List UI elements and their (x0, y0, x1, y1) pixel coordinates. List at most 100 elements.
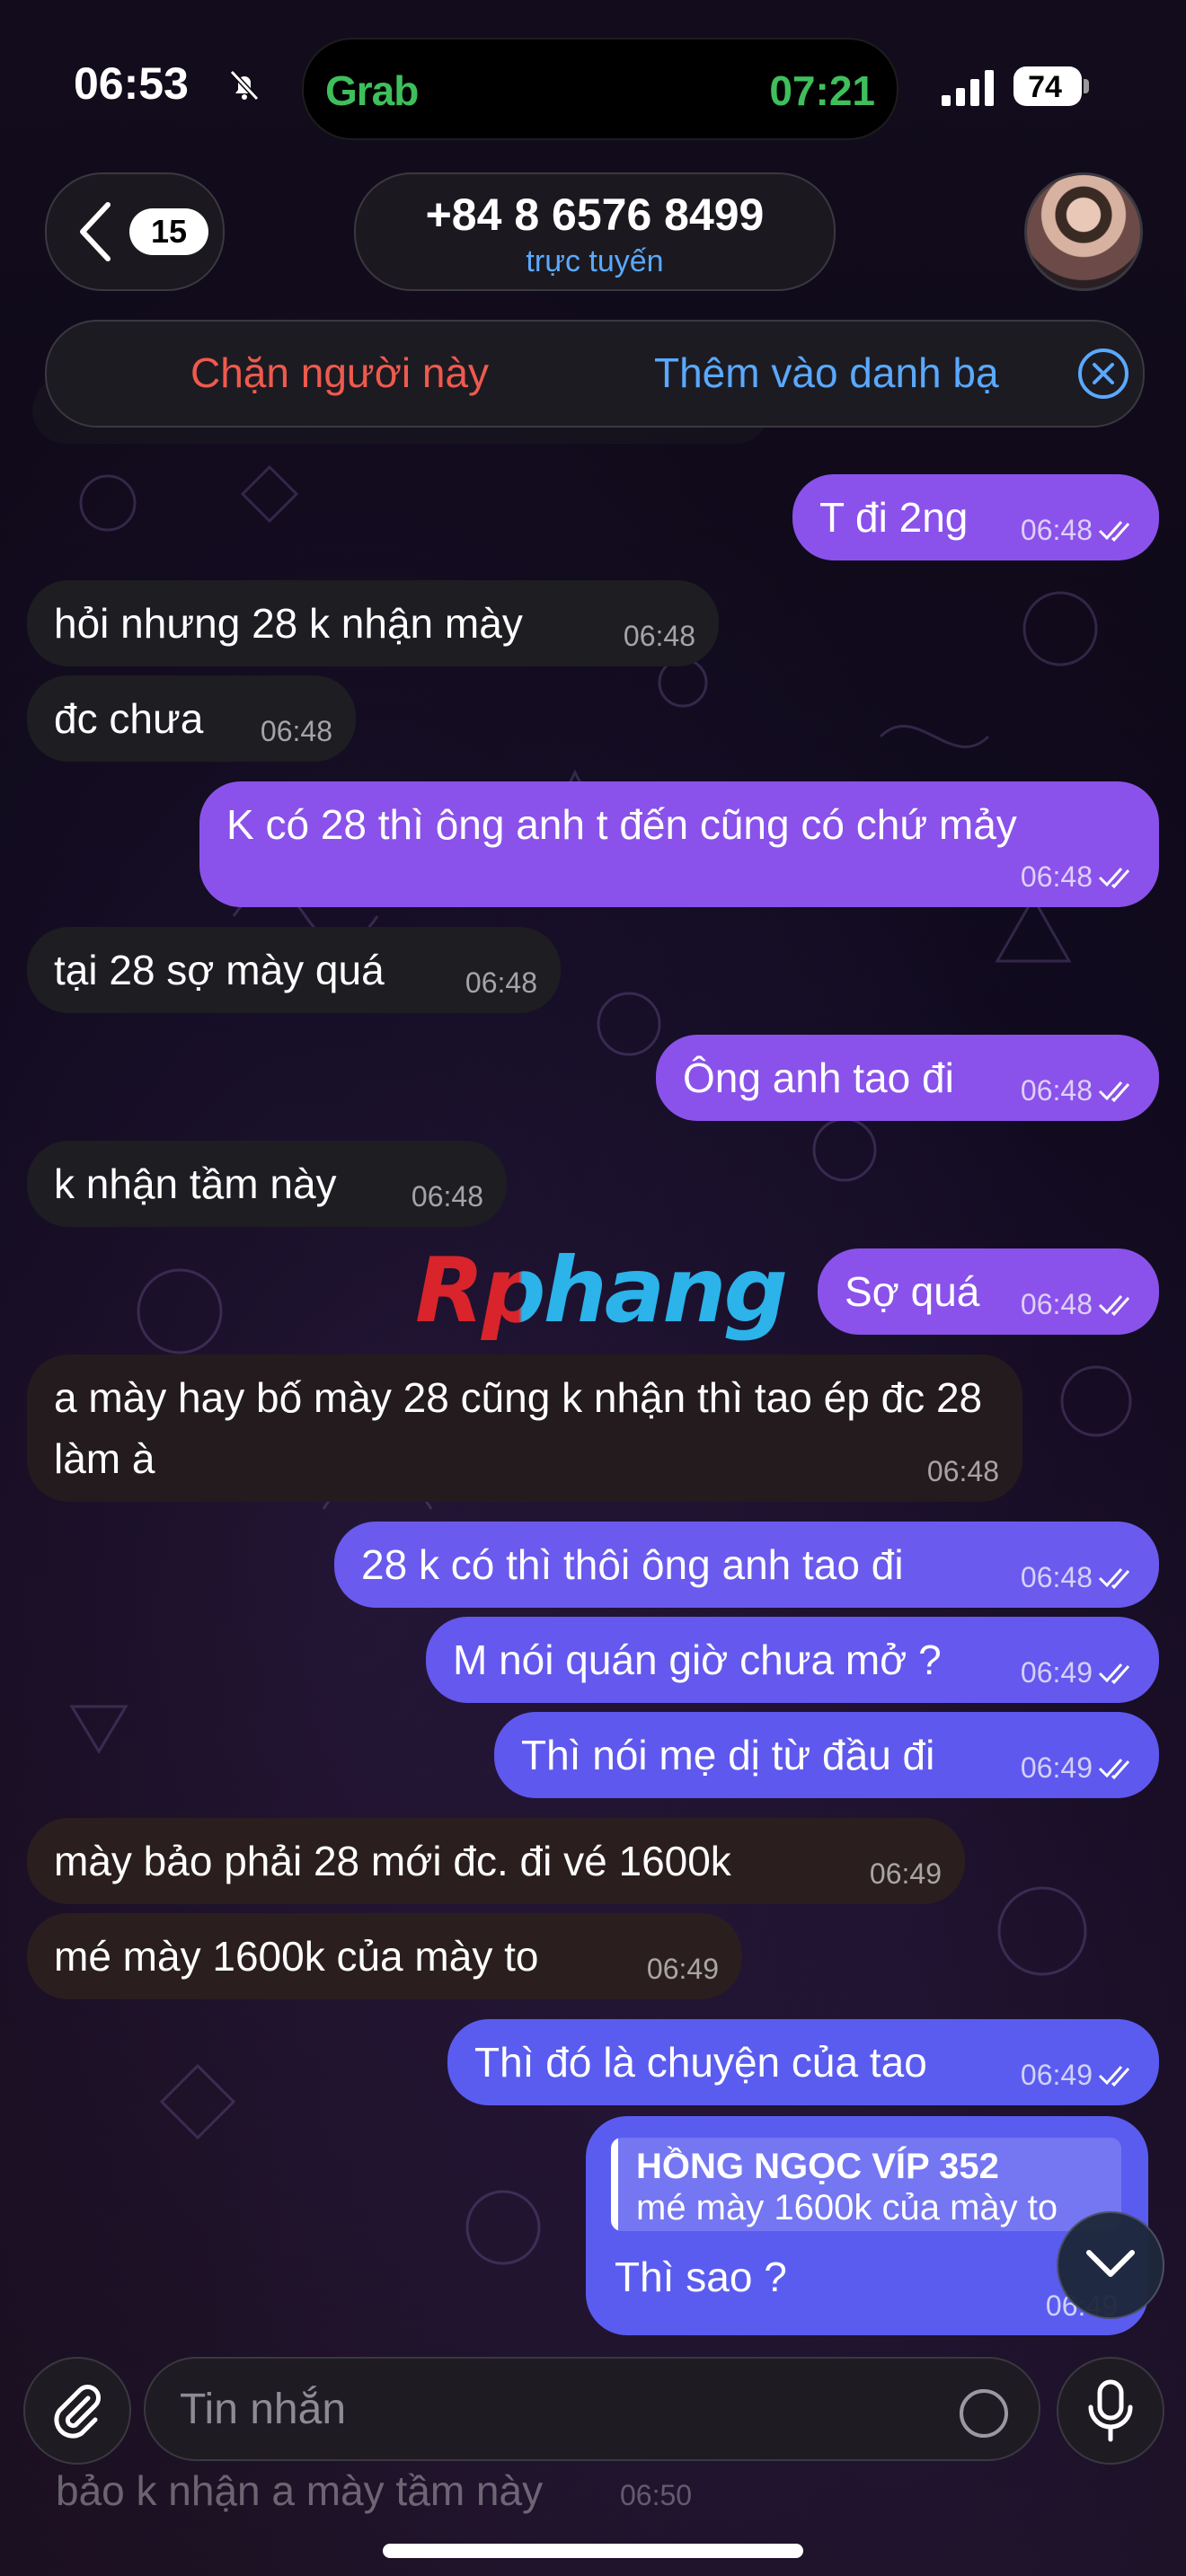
quote-author: HỒNG NGỌC VÍP 352 (636, 2147, 999, 2186)
message-time: 06:48 (411, 1180, 483, 1213)
bell-slash-icon (229, 69, 260, 101)
message-outgoing[interactable]: Sợ quá 06:48 (818, 1248, 1159, 1335)
scroll-to-bottom-button[interactable] (1057, 2211, 1164, 2319)
chat-screen: 06:53 Grab 07:21 74 T đi 2ng 06:48 hỏi n… (0, 0, 1186, 2576)
message-preview-behind-composer: bảo k nhận a mày tầm này (56, 2467, 544, 2514)
message-incoming[interactable]: mé mày 1600k của mày to 06:49 (27, 1913, 742, 1999)
message-meta: 06:48 (1021, 862, 1136, 891)
message-text: Ông anh tao đi (683, 1054, 954, 1101)
add-contact-button[interactable]: Thêm vào danh bạ (654, 348, 999, 397)
reply-message[interactable]: HỒNG NGỌC VÍP 352 mé mày 1600k của mày t… (586, 2116, 1148, 2335)
message-time: 06:48 (1020, 1288, 1093, 1320)
home-indicator[interactable] (383, 2544, 803, 2558)
contact-status: trực tuyến (526, 244, 664, 278)
message-input[interactable] (144, 2357, 1040, 2461)
message-outgoing[interactable]: Thì đó là chuyện của tao 06:49 (447, 2019, 1159, 2105)
attach-button[interactable] (23, 2357, 131, 2465)
message-preview-time: 06:50 (620, 2479, 693, 2511)
sticker-icon[interactable] (958, 2387, 1010, 2439)
message-time: 06:48 (623, 620, 695, 652)
chevron-down-icon (1086, 2250, 1135, 2277)
message-text: 28 k có thì thôi ông anh tao đi (361, 1541, 904, 1588)
message-outgoing[interactable]: M nói quán giờ chưa mở ? 06:49 (426, 1617, 1159, 1703)
composer: bảo k nhận a mày tầm này 06:50 (0, 2335, 1186, 2576)
message-text: Thì sao ? (615, 2254, 787, 2300)
message-meta: 06:48 (1021, 1563, 1136, 1592)
block-user-button[interactable]: Chặn người này (190, 348, 489, 397)
double-check-icon (1098, 521, 1130, 543)
message-incoming[interactable]: a mày hay bố mày 28 cũng k nhận thì tao … (27, 1354, 1022, 1502)
message-outgoing[interactable]: T đi 2ng 06:48 (792, 474, 1159, 560)
message-text: Sợ quá (845, 1268, 980, 1315)
message-time: 06:49 (1020, 2059, 1093, 2091)
message-time: 06:49 (1020, 1751, 1093, 1784)
new-contact-action-bar: Chặn người này Thêm vào danh bạ (45, 320, 1145, 428)
message-time: 06:49 (869, 1857, 942, 1890)
message-text: hỏi nhưng 28 k nhận mày (54, 600, 523, 647)
message-text: a mày hay bố mày 28 cũng k nhận thì tao … (54, 1374, 983, 1482)
message-text: T đi 2ng (819, 494, 969, 541)
message-text: k nhận tầm này (54, 1160, 337, 1207)
island-app-name: Grab (325, 67, 419, 114)
message-text: K có 28 thì ông anh t đến cũng có chứ mả… (226, 801, 1017, 848)
battery-indicator: 74 (1013, 66, 1082, 106)
message-meta: 06:49 (1021, 1753, 1136, 1782)
message-time: 06:49 (1020, 1656, 1093, 1689)
island-timer: 07:21 (769, 67, 875, 114)
back-button[interactable]: 15 (45, 172, 225, 291)
battery-level: 74 (1028, 70, 1062, 104)
microphone-button[interactable] (1057, 2357, 1164, 2465)
dynamic-island[interactable]: Grab 07:21 (302, 38, 898, 140)
signal-icon (942, 70, 994, 106)
status-bar: 06:53 Grab 07:21 74 (0, 0, 1186, 171)
message-meta: 06:49 (1021, 2060, 1136, 2089)
double-check-icon (1098, 1295, 1130, 1317)
message-outgoing[interactable]: Thì nói mẹ dị từ đầu đi 06:49 (494, 1712, 1159, 1798)
message-text: đc chưa (54, 695, 204, 742)
watermark-logo: Rphang (415, 1238, 788, 1343)
message-time: 06:48 (1020, 514, 1093, 546)
battery-nub (1084, 79, 1089, 93)
quote-text: mé mày 1600k của mày to (636, 2188, 1058, 2228)
chevron-left-icon (80, 202, 111, 261)
message-incoming[interactable]: tại 28 sợ mày quá 06:48 (27, 927, 561, 1013)
double-check-icon (1098, 1081, 1130, 1103)
paperclip-icon (54, 2385, 101, 2439)
message-meta: 06:49 (1021, 1658, 1136, 1687)
chat-title[interactable]: +84 8 6576 8499 trực tuyến (354, 172, 836, 291)
avatar[interactable] (1024, 172, 1143, 291)
close-circle-icon[interactable] (1076, 347, 1130, 401)
message-incoming[interactable]: mày bảo phải 28 mới đc. đi vé 1600k 06:4… (27, 1818, 965, 1904)
message-meta: 06:48 (1021, 1290, 1136, 1319)
message-text: Thì đó là chuyện của tao (474, 2039, 927, 2086)
message-outgoing[interactable]: 28 k có thì thôi ông anh tao đi 06:48 (334, 1522, 1159, 1608)
message-incoming[interactable]: đc chưa 06:48 (27, 675, 356, 762)
message-text: Thì nói mẹ dị từ đầu đi (521, 1732, 935, 1778)
double-check-icon (1098, 868, 1130, 889)
contact-phone: +84 8 6576 8499 (425, 190, 765, 240)
message-time: 06:48 (1020, 1561, 1093, 1593)
message-time: 06:48 (465, 966, 537, 999)
message-meta: 06:48 (1021, 1076, 1136, 1105)
double-check-icon (1098, 2066, 1130, 2087)
message-text: M nói quán giờ chưa mở ? (453, 1636, 942, 1683)
quoted-message[interactable]: HỒNG NGỌC VÍP 352 mé mày 1600k của mày t… (611, 2138, 1121, 2231)
message-incoming[interactable]: hỏi nhưng 28 k nhận mày 06:48 (27, 580, 719, 666)
message-meta: 06:48 (1021, 516, 1136, 544)
message-text: mày bảo phải 28 mới đc. đi vé 1600k (54, 1838, 731, 1884)
message-time: 06:48 (1020, 860, 1093, 893)
message-time: 06:48 (260, 715, 332, 747)
message-outgoing[interactable]: K có 28 thì ông anh t đến cũng có chứ mả… (199, 781, 1159, 907)
message-time: 06:48 (926, 1455, 999, 1487)
double-check-icon (1098, 1663, 1130, 1685)
double-check-icon (1098, 1759, 1130, 1780)
message-text: tại 28 sợ mày quá (54, 947, 385, 993)
unread-count-badge: 15 (129, 208, 208, 255)
status-time: 06:53 (74, 58, 189, 109)
message-outgoing[interactable]: Ông anh tao đi 06:48 (656, 1035, 1159, 1121)
microphone-icon (1088, 2379, 1133, 2442)
message-time: 06:49 (646, 1953, 719, 1985)
message-text: mé mày 1600k của mày to (54, 1933, 539, 1980)
double-check-icon (1098, 1568, 1130, 1590)
message-incoming[interactable]: k nhận tầm này 06:48 (27, 1141, 507, 1227)
